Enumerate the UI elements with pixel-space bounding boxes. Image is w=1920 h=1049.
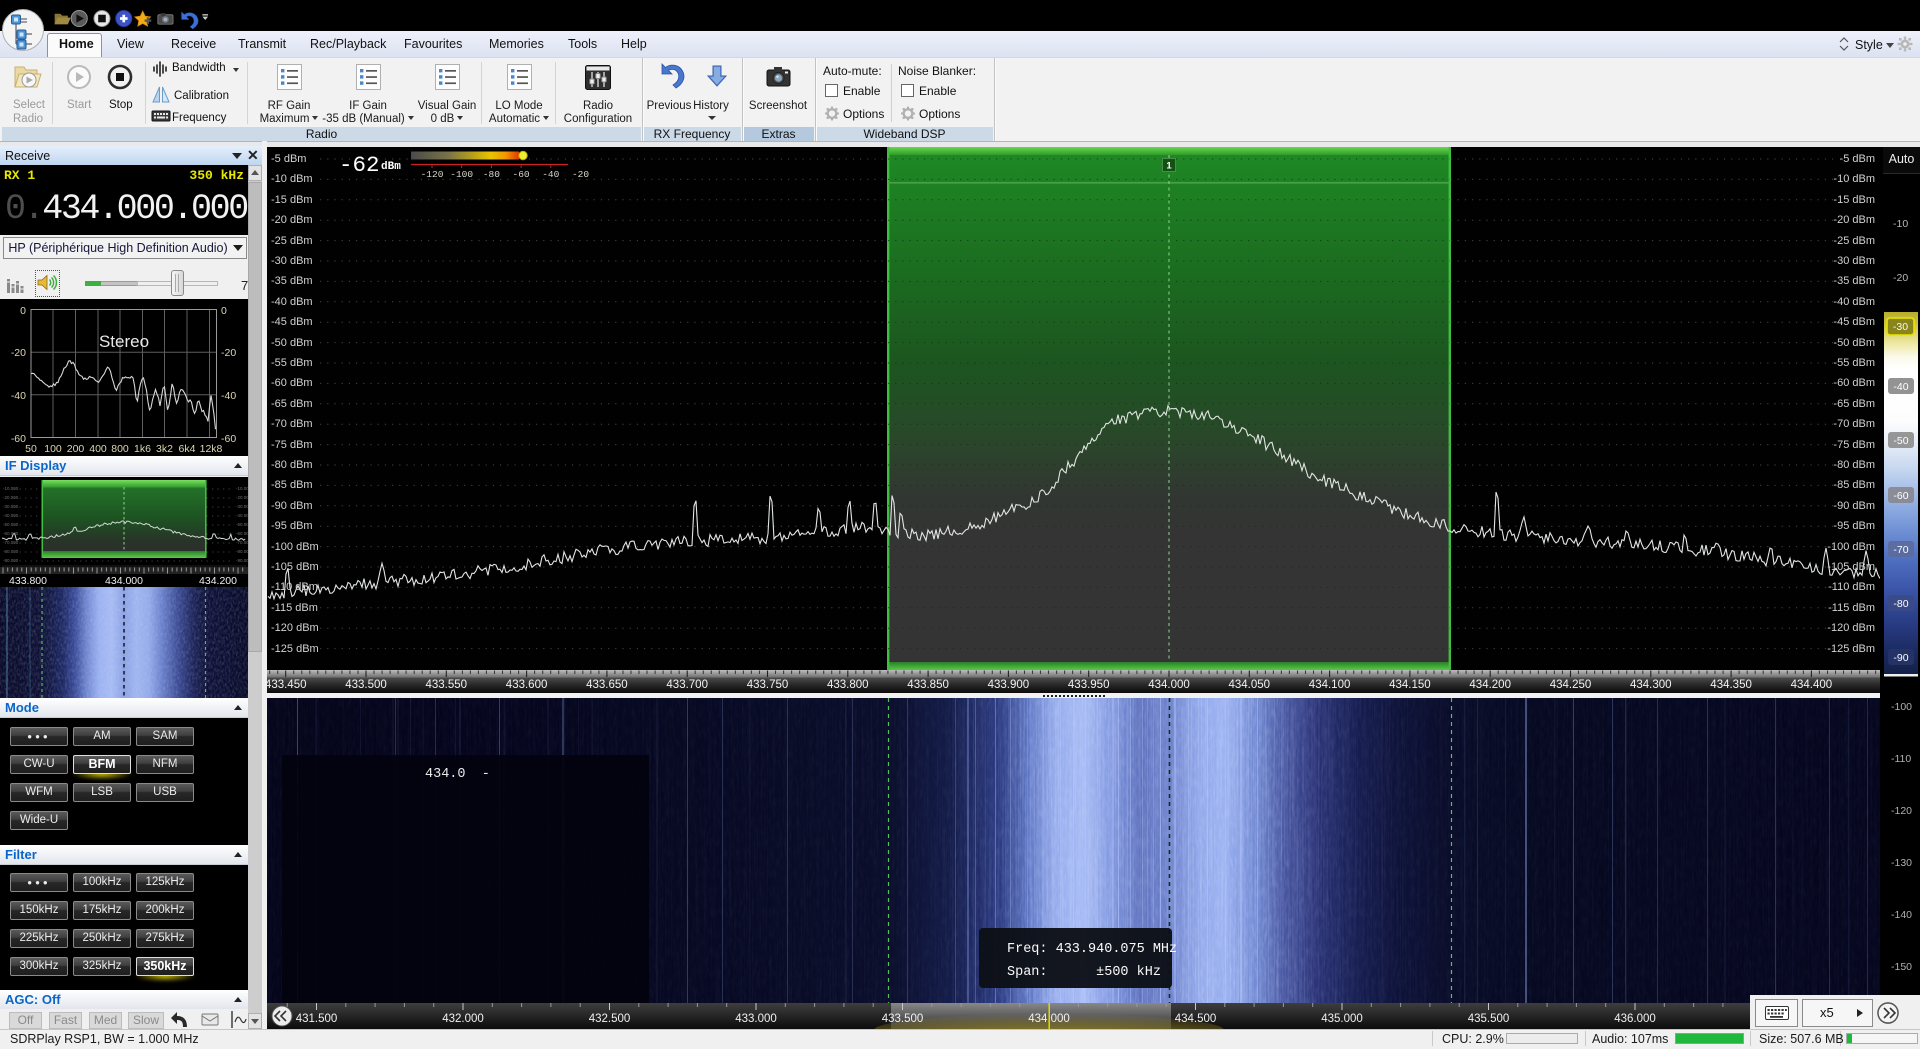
svg-text:435.500: 435.500 (1468, 1013, 1510, 1025)
svg-text:-100: -100 (450, 169, 473, 180)
svg-text:435.000: 435.000 (1321, 1013, 1363, 1025)
svg-text:434.200: 434.200 (1469, 679, 1511, 691)
svg-text:-50: -50 (1893, 435, 1908, 447)
svg-text:433.800: 433.800 (9, 575, 47, 587)
svg-text:-40.000: -40.000 (236, 513, 248, 518)
svg-text:432.000: 432.000 (442, 1013, 484, 1025)
svg-text:433.650: 433.650 (586, 679, 628, 691)
svg-text:433.500: 433.500 (882, 1013, 924, 1025)
svg-text:-70.000: -70.000 (236, 540, 248, 545)
svg-text:-10.000: -10.000 (3, 486, 19, 491)
svg-text:434.000: 434.000 (1148, 679, 1190, 691)
svg-text:433.850: 433.850 (907, 679, 949, 691)
svg-text:Span: ±500 kHz: Span: ±500 kHz (1007, 965, 1161, 980)
svg-text:-90: -90 (1893, 652, 1908, 664)
svg-text:-80: -80 (483, 169, 500, 180)
svg-text:-70.000: -70.000 (3, 540, 19, 545)
svg-text:432.500: 432.500 (589, 1013, 631, 1025)
svg-text:434.150: 434.150 (1389, 679, 1431, 691)
svg-text:431.500: 431.500 (296, 1013, 338, 1025)
svg-text:-30: -30 (1893, 321, 1908, 333)
svg-text:-30.000: -30.000 (236, 504, 248, 509)
svg-text:433.750: 433.750 (747, 679, 789, 691)
svg-text:434.500: 434.500 (1175, 1013, 1217, 1025)
svg-text:-20.000: -20.000 (3, 495, 19, 500)
svg-text:433.000: 433.000 (735, 1013, 777, 1025)
svg-text:-30.000: -30.000 (3, 504, 19, 509)
svg-text:-62: -62 (339, 152, 380, 178)
svg-text:433.550: 433.550 (426, 679, 468, 691)
svg-text:-80.000: -80.000 (3, 549, 19, 554)
svg-text:-20.000: -20.000 (236, 495, 248, 500)
svg-text:436.000: 436.000 (1614, 1013, 1656, 1025)
svg-text:434.050: 434.050 (1229, 679, 1271, 691)
svg-text:-50.000: -50.000 (236, 522, 248, 527)
svg-text:-60: -60 (513, 169, 530, 180)
svg-text:-80: -80 (1893, 598, 1908, 610)
svg-text:-120: -120 (421, 169, 444, 180)
svg-text:1: 1 (1166, 161, 1172, 172)
svg-text:dBm: dBm (381, 161, 401, 173)
svg-text:433.600: 433.600 (506, 679, 548, 691)
svg-text:-40: -40 (542, 169, 559, 180)
svg-text:433.500: 433.500 (345, 679, 387, 691)
svg-text:434.400: 434.400 (1791, 679, 1833, 691)
svg-text:434.0 -: 434.0 - (425, 767, 490, 782)
svg-text:Stereo: Stereo (99, 332, 149, 351)
svg-text:-60.000: -60.000 (3, 531, 19, 536)
svg-text:-60.000: -60.000 (236, 531, 248, 536)
svg-text:434.000: 434.000 (105, 575, 143, 587)
svg-text:-90.000: -90.000 (3, 558, 19, 563)
svg-text:-80.000: -80.000 (236, 549, 248, 554)
svg-text:-10.000: -10.000 (236, 486, 248, 491)
svg-text:433.900: 433.900 (988, 679, 1030, 691)
svg-text:-50.000: -50.000 (3, 522, 19, 527)
svg-text:-20: -20 (572, 169, 589, 180)
svg-text:434.300: 434.300 (1630, 679, 1672, 691)
svg-text:433.950: 433.950 (1068, 679, 1110, 691)
svg-text:-40.000: -40.000 (3, 513, 19, 518)
svg-text:433.700: 433.700 (666, 679, 708, 691)
svg-text:-90.000: -90.000 (236, 558, 248, 563)
svg-text:-60: -60 (1893, 490, 1908, 502)
svg-text:433.800: 433.800 (827, 679, 869, 691)
svg-text:434.200: 434.200 (199, 575, 237, 587)
svg-text:-40: -40 (1893, 381, 1908, 393)
svg-text:434.250: 434.250 (1550, 679, 1592, 691)
svg-text:Freq: 433.940.075 MHz: Freq: 433.940.075 MHz (1007, 942, 1177, 957)
svg-text:-70: -70 (1893, 544, 1908, 556)
svg-text:434.350: 434.350 (1710, 679, 1752, 691)
svg-text:434.100: 434.100 (1309, 679, 1351, 691)
svg-text:433.450: 433.450 (267, 679, 306, 691)
